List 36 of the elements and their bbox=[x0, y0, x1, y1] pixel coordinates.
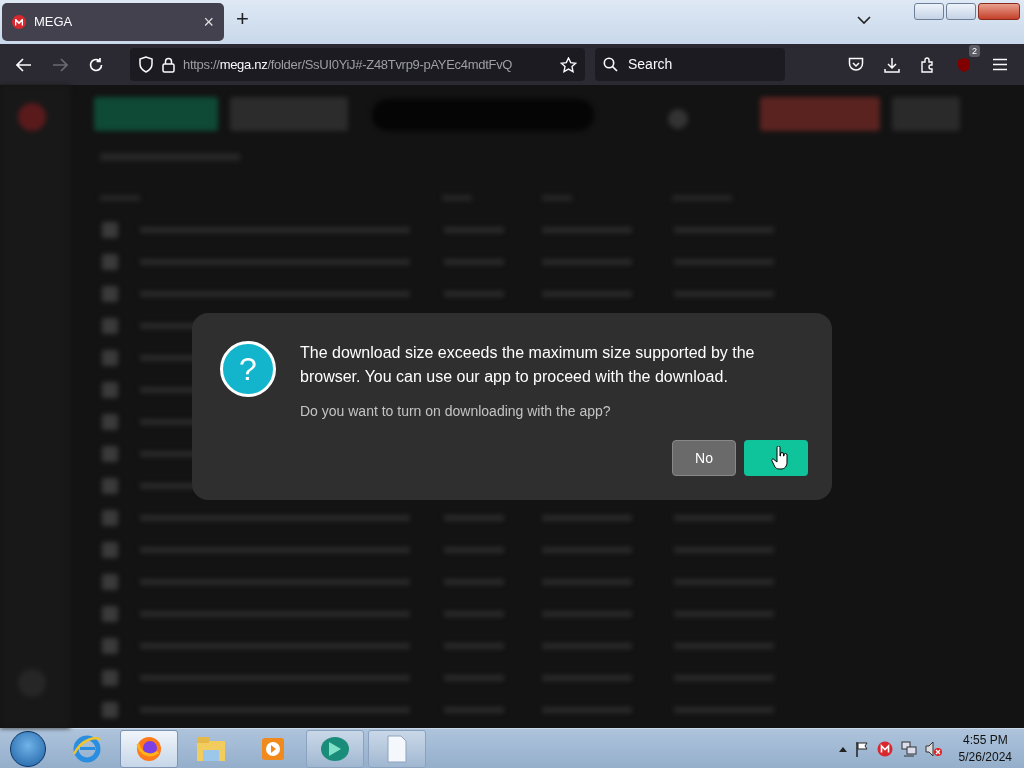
address-bar[interactable]: https://mega.nz/folder/SsUI0YiJ#-Z48Tvrp9-pAYEc4mdtFvQ bbox=[130, 48, 585, 81]
dialog-question: Do you want to turn on downloading with the app? bbox=[300, 402, 612, 421]
browser-tab[interactable]: MEGA × bbox=[2, 3, 224, 41]
search-field[interactable]: Search bbox=[626, 53, 776, 76]
close-button[interactable] bbox=[978, 3, 1020, 20]
confirm-button[interactable] bbox=[744, 440, 808, 476]
reload-icon[interactable] bbox=[88, 56, 104, 73]
play-globe-icon[interactable] bbox=[306, 729, 364, 768]
minimize-button[interactable] bbox=[914, 3, 944, 20]
restore-button[interactable] bbox=[946, 3, 976, 20]
tab-title: MEGA bbox=[34, 13, 74, 32]
hand-cursor-icon bbox=[771, 446, 789, 470]
show-hidden-icons-icon[interactable] bbox=[838, 745, 847, 752]
forward-icon[interactable] bbox=[52, 57, 68, 72]
mega-logo-icon bbox=[12, 15, 26, 29]
chevron-down-icon[interactable] bbox=[857, 15, 871, 25]
new-tab-button[interactable]: + bbox=[232, 8, 253, 30]
clock[interactable]: 4:55 PM 5/26/2024 bbox=[958, 731, 1012, 766]
flag-icon[interactable] bbox=[854, 740, 869, 757]
question-icon: ? bbox=[220, 341, 276, 397]
search-bar[interactable]: Search bbox=[595, 48, 785, 81]
url-text: https://mega.nz/folder/SsUI0YiJ#-Z48Tvrp9-pAYEc4mdtFvQ bbox=[183, 55, 514, 74]
fox-browser-icon[interactable] bbox=[120, 729, 178, 768]
lock-icon[interactable] bbox=[162, 56, 175, 73]
search-icon bbox=[603, 57, 618, 72]
muted-speaker-icon[interactable] bbox=[924, 740, 943, 757]
shield-icon[interactable] bbox=[138, 56, 154, 73]
dialog-message: The download size exceeds the maximum size supported by the browser. You can use our app to proceed with the download. bbox=[300, 343, 756, 387]
back-icon[interactable] bbox=[16, 57, 32, 72]
network-icon[interactable] bbox=[900, 740, 917, 757]
mega-tray-icon[interactable] bbox=[876, 740, 893, 757]
cancel-button[interactable]: No bbox=[672, 440, 736, 476]
notification-badge: 2 bbox=[969, 44, 980, 57]
close-tab-button[interactable]: × bbox=[201, 13, 216, 31]
start-button[interactable] bbox=[10, 730, 46, 767]
star-icon[interactable] bbox=[560, 56, 577, 73]
